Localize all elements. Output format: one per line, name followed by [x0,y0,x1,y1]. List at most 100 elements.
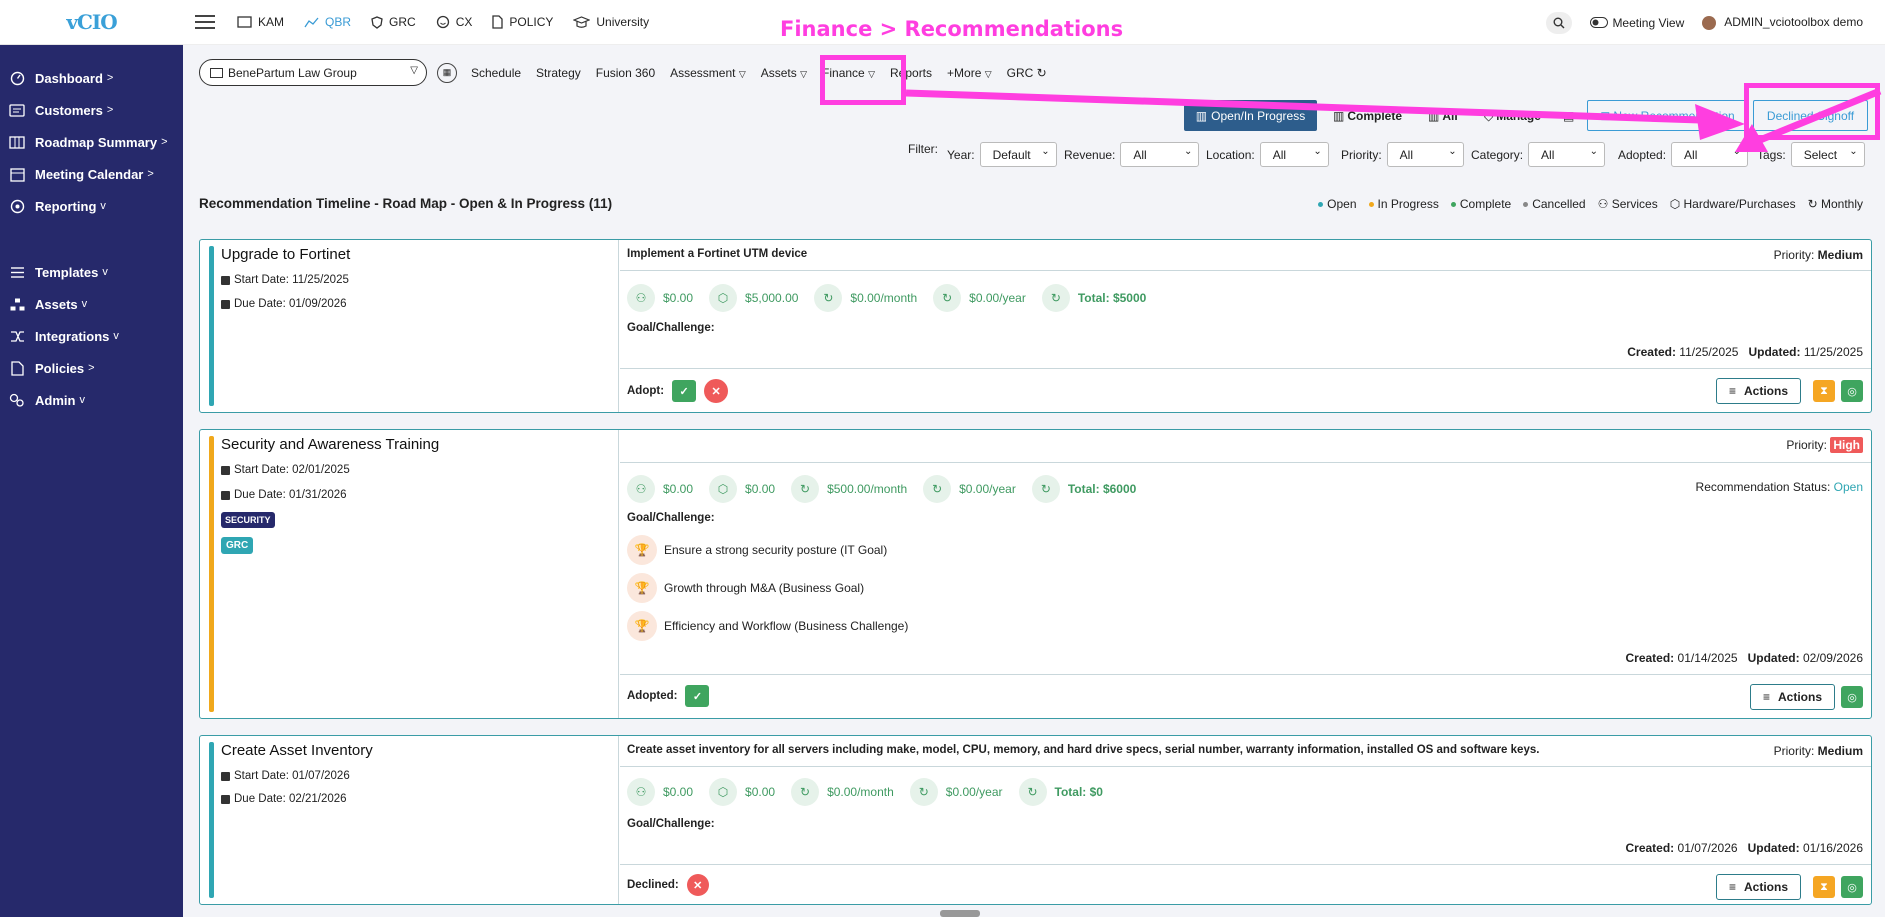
gauge-icon [8,198,26,214]
sidebar-item-dashboard[interactable]: Dashboard > [0,62,183,94]
sidebar-item-admin[interactable]: Admin v [0,384,183,416]
actions-button[interactable]: ≡ Actions [1749,684,1835,710]
card-title[interactable]: Upgrade to Fortinet [221,246,350,263]
topnav-kam[interactable]: KAM [237,15,284,29]
goal-text: Ensure a strong security posture (IT Goa… [664,543,888,557]
sidebar-item-label: Meeting Calendar [35,166,144,182]
hourglass-icon[interactable]: ⧗ [1813,380,1835,402]
chevron-right-icon: > [106,72,114,84]
close-icon[interactable]: ✕ [704,379,729,403]
sidebar-item-roadmap-summary[interactable]: Roadmap Summary > [0,126,183,158]
declined-signoff-highlight-box [1744,83,1880,140]
manage-button[interactable]: ◇ Manage [1484,100,1541,131]
category-select[interactable]: All ⌄ [1528,142,1606,167]
tags-select[interactable]: Select ⌄ [1790,142,1865,167]
sidebar-item-integrations[interactable]: Integrations v [0,320,183,352]
chevron-down-icon: ▽ [800,68,808,79]
actions-button[interactable]: ≡ Actions [1715,378,1801,404]
subnav-assets[interactable]: Assets ▽ [761,66,807,80]
subnav-label: GRC [1006,65,1034,80]
topnav-grc[interactable]: GRC [371,15,416,29]
app-logo[interactable]: vCIO [66,10,117,34]
meeting-view-toggle[interactable]: Meeting View [1590,16,1684,30]
sidebar-item-templates[interactable]: Templates v [0,256,183,288]
total-cost: ↻ Total: $6000 [1031,475,1136,503]
priority-value: Medium [1817,744,1863,758]
hardware-cost: ⬡ $5,000.00 [709,284,798,312]
topnav-qbr[interactable]: QBR [304,15,351,29]
check-icon[interactable]: ✓ [672,380,697,402]
updated-date: 02/09/2026 [1802,651,1863,665]
chevron-down-icon: ▽ [738,68,746,79]
cost-row: ⚇ $0.00 ⬡ $0.00 ↻ $0.00/month ↻ $0.00/year ↻… [627,778,1103,806]
revenue-select[interactable]: All ⌄ [1120,142,1200,167]
priority-value: Medium [1817,248,1863,262]
created-date: 11/25/2025 [1679,345,1739,359]
close-icon[interactable]: ✕ [686,874,709,896]
refresh-icon: ↻ [1018,778,1047,806]
check-circle-icon[interactable]: ◎ [1841,876,1863,898]
priority: Priority: High [1786,437,1863,453]
adopted-select[interactable]: All ⌄ [1671,142,1749,167]
location-select[interactable]: All ⌄ [1259,142,1329,167]
legend: Open In Progress Complete Cancelled ⚇ Se… [1318,197,1863,211]
subnav-more[interactable]: +More ▽ [947,66,992,80]
goal-item: 🏆 Growth through M&A (Business Goal) [627,573,864,603]
actions-button[interactable]: ≡ Actions [1715,874,1801,900]
sidebar-item-reporting[interactable]: Reporting v [0,190,183,222]
year-select[interactable]: Default ⌄ [979,142,1057,167]
complete-button[interactable]: ▥ Complete [1333,100,1402,131]
services-cost: ⚇ $0.00 [627,284,693,312]
legend-hardware: ⬡ Hardware/Purchases [1670,197,1796,211]
open-in-progress-button[interactable]: ▥ Open/In Progress [1184,100,1317,131]
menu-icon[interactable] [195,11,215,33]
legend-cancelled: Cancelled [1523,197,1586,211]
columns-icon[interactable]: ▤ [1563,100,1574,131]
card-title[interactable]: Security and Awareness Training [221,436,439,453]
select-value: All [1684,147,1698,162]
topnav-cx[interactable]: CX [436,15,472,29]
sidebar-item-meeting-calendar[interactable]: Meeting Calendar > [0,158,183,190]
map-icon: ▥ [1195,108,1208,123]
all-button[interactable]: ▥ All [1428,100,1458,131]
subnav-label: +More [947,65,982,80]
subnav-fusion-360[interactable]: Fusion 360 [596,66,655,80]
apps-grid-icon[interactable]: ▦ [437,62,457,83]
topnav-policy[interactable]: POLICY [492,15,553,29]
subnav-schedule[interactable]: Schedule [471,66,521,80]
recommendation-card: Security and Awareness Training Start Da… [199,429,1872,719]
sidebar-item-label: Policies [35,360,85,376]
map-icon [8,134,26,150]
status-bar [209,742,214,898]
status-label: Recommendation Status: [1695,480,1831,494]
client-select[interactable]: BenePartum Law Group ▽ [199,59,427,86]
sidebar-item-policies[interactable]: Policies > [0,352,183,384]
monthly-cost: ↻ $500.00/month [791,475,907,503]
new-recommendation-button[interactable]: ⊞ New Recommendation [1587,100,1748,131]
priority-select[interactable]: All ⌄ [1386,142,1464,167]
user-menu[interactable]: ADMIN_vciotoolbox demo [1702,15,1863,30]
chevron-right-icon: > [161,136,168,148]
scroll-handle[interactable] [940,910,980,917]
cost-value: $0.00/year [959,482,1016,496]
start-date: Start Date: 01/07/2026 [221,770,350,782]
search-icon[interactable] [1546,11,1573,34]
card-details: Create asset inventory for all servers i… [620,736,1871,904]
adopt-label: Declined: [627,879,679,891]
topnav-university[interactable]: University [573,15,649,29]
hourglass-icon[interactable]: ⧗ [1813,876,1835,898]
sidebar-item-customers[interactable]: Customers > [0,94,183,126]
sidebar-item-assets[interactable]: Assets v [0,288,183,320]
refresh-icon: ↻ [923,475,952,503]
check-circle-icon[interactable]: ◎ [1841,686,1863,708]
subnav-assessment[interactable]: Assessment ▽ [670,66,746,80]
calendar-icon [221,771,230,781]
subnav-grc[interactable]: GRC ↻ [1007,66,1047,80]
check-icon[interactable]: ✓ [685,685,710,707]
subnav-strategy[interactable]: Strategy [536,66,581,80]
chevron-down-icon: ▽ [984,68,992,79]
created-date: 01/14/2025 [1677,651,1738,665]
card-title[interactable]: Create Asset Inventory [221,742,373,759]
check-circle-icon[interactable]: ◎ [1841,380,1863,402]
filter-label: Priority: [1341,147,1382,162]
